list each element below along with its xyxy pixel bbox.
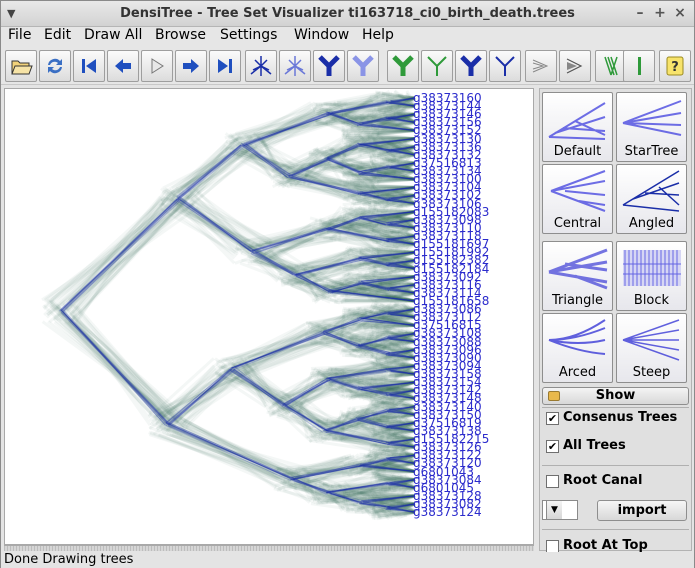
menu-edit[interactable]: Edit [44, 27, 71, 43]
open-button[interactable] [5, 50, 37, 82]
tree-green-button[interactable] [387, 50, 419, 82]
maximize-button[interactable]: + [651, 4, 669, 22]
animate-button[interactable] [525, 50, 557, 82]
tree-blue-bold-button[interactable] [455, 50, 487, 82]
tree-dark-blue-button[interactable] [313, 50, 345, 82]
menu-window[interactable]: Window [294, 27, 349, 43]
next-button[interactable] [175, 50, 207, 82]
last-icon [218, 59, 232, 73]
menu-draw-all[interactable]: Draw All [84, 27, 142, 43]
first-button[interactable] [73, 50, 105, 82]
open-folder-icon [11, 60, 33, 75]
animate-icon [532, 59, 549, 73]
refresh-button[interactable] [39, 50, 71, 82]
last-button[interactable] [209, 50, 241, 82]
tree-branch [43, 195, 166, 308]
tree-green-thin-button[interactable] [421, 50, 453, 82]
toolbar: ? [1, 47, 694, 85]
tree-branch [168, 422, 295, 480]
close-button[interactable]: × [671, 4, 689, 22]
animate-fast-icon [566, 58, 583, 74]
tree-branch [179, 143, 247, 198]
previous-button[interactable] [107, 50, 139, 82]
tree-light-blue-button[interactable] [347, 50, 379, 82]
menu-settings[interactable]: Settings [220, 27, 277, 43]
tree-green-icon [392, 55, 414, 76]
spider-tree-light-icon [284, 56, 306, 76]
title-bar: ▼ DensiTree - Tree Set Visualizer ti1637… [1, 1, 694, 27]
tree-canvas[interactable]: g38373160 g38373144 g38373146 g38373156 g383… [4, 88, 534, 545]
tree-branch [55, 201, 185, 322]
app-window: ▼ DensiTree - Tree Set Visualizer ti1637… [0, 0, 695, 568]
geo-lines-icon [604, 56, 618, 76]
tree-branch [63, 199, 182, 312]
menu-file[interactable]: File [8, 27, 31, 43]
help-icon: ? [666, 56, 684, 76]
menu-bar: File Edit Draw All Browse Settings Windo… [1, 27, 694, 47]
geo-line-icon [638, 57, 641, 75]
next-icon [183, 59, 199, 73]
tree-branch [62, 301, 152, 426]
first-icon [82, 59, 96, 73]
minimize-button[interactable]: – [631, 4, 649, 22]
geo-line-button[interactable] [623, 50, 655, 82]
tree-branch [354, 209, 416, 214]
spider-tree-dark-button[interactable] [245, 50, 277, 82]
tree-blue-bold-icon [460, 55, 482, 76]
previous-icon [115, 59, 131, 73]
window-title: DensiTree - Tree Set Visualizer ti163718… [120, 6, 575, 21]
tree-green-thin-icon [427, 56, 447, 76]
tree-dark-blue-icon [318, 55, 340, 76]
tree-branch [388, 486, 416, 490]
tree-branch [356, 177, 416, 182]
menu-help[interactable]: Help [362, 27, 394, 43]
menu-browse[interactable]: Browse [155, 27, 206, 43]
help-button[interactable]: ? [659, 50, 691, 82]
animate-fast-button[interactable] [559, 50, 591, 82]
play-icon [151, 58, 164, 74]
spider-tree-dark-icon [250, 56, 272, 76]
tree-light-blue-icon [352, 55, 374, 76]
play-button[interactable] [141, 50, 173, 82]
tree-branch [362, 467, 372, 472]
tree-blue-thin-button[interactable] [489, 50, 521, 82]
spider-tree-light-button[interactable] [279, 50, 311, 82]
tree-blue-thin-icon [495, 56, 515, 76]
refresh-icon [48, 58, 62, 74]
